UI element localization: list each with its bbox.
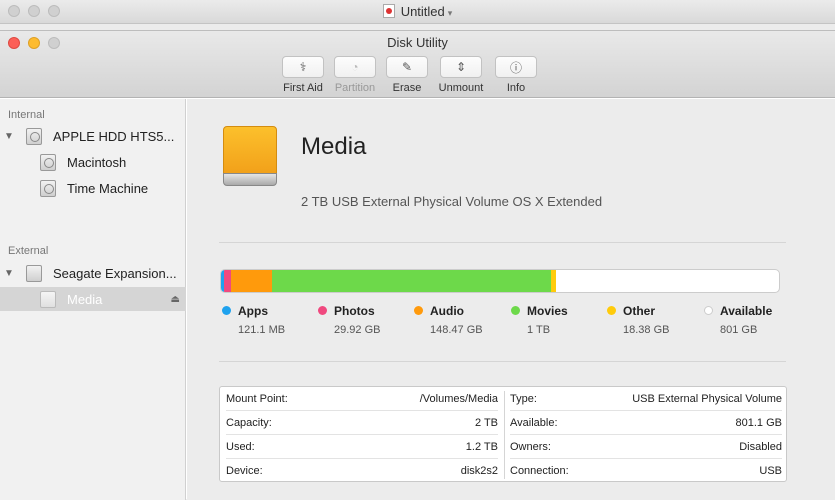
legend-dot-audio: [414, 306, 423, 315]
document-icon: [382, 4, 395, 18]
erase-icon: ✎: [401, 60, 413, 74]
external-disk-icon: [26, 264, 42, 282]
stethoscope-icon: ⚕: [299, 60, 307, 74]
volume-name: Media: [301, 133, 367, 160]
chevron-down-icon: ▾: [447, 8, 453, 18]
legend-dot-other: [607, 306, 616, 315]
sidebar-item-apple-hdd[interactable]: ▼ APPLE HDD HTS5...: [0, 124, 186, 148]
info-row: Available: 801.1 GB: [510, 411, 782, 435]
disclosure-triangle-icon[interactable]: ▼: [4, 131, 14, 142]
info-row: Device: disk2s2: [226, 465, 498, 477]
legend-dot-movies: [511, 306, 520, 315]
sidebar-header-internal: Internal: [8, 109, 45, 121]
partition-button[interactable]: ◔ Partition: [325, 56, 385, 94]
sidebar: Internal ▼ APPLE HDD HTS5... Macintosh T…: [0, 99, 186, 500]
volume-description: 2 TB USB External Physical Volume OS X E…: [301, 194, 603, 209]
internal-disk-icon: [26, 127, 42, 145]
volume-icon: [40, 179, 56, 197]
sidebar-item-time-machine[interactable]: Time Machine: [0, 176, 186, 200]
volume-icon: [40, 290, 56, 308]
disclosure-triangle-icon[interactable]: ▼: [4, 268, 14, 279]
erase-button[interactable]: ✎ Erase: [377, 56, 437, 94]
info-row: Used: 1.2 TB: [226, 435, 498, 459]
info-button[interactable]: ⓘ Info: [486, 56, 546, 94]
window-title: Disk Utility: [387, 35, 448, 50]
info-icon: ⓘ: [509, 60, 522, 75]
usage-segment-movies: [272, 270, 552, 292]
legend-dot-apps: [222, 306, 231, 315]
info-row: Mount Point:/Volumes/Media: [226, 387, 498, 411]
toolbar: Disk Utility ⚕ First Aid ◔ Partition ✎ E…: [0, 31, 835, 98]
sidebar-item-macintosh[interactable]: Macintosh: [0, 150, 186, 174]
divider: [219, 361, 786, 362]
external-volume-icon: [223, 126, 277, 186]
first-aid-button[interactable]: ⚕ First Aid: [273, 56, 333, 94]
info-row: Connection: USB: [510, 465, 782, 477]
usage-segment-photos: [224, 270, 232, 292]
usage-segment-audio: [231, 270, 273, 292]
legend-dot-available: [704, 306, 713, 315]
outer-window-titlebar: Untitled ▾: [0, 0, 835, 24]
sidebar-item-media[interactable]: Media ⏏: [0, 287, 186, 311]
eject-icon[interactable]: ⏏: [171, 294, 180, 305]
divider: [219, 242, 786, 243]
usage-segment-other: [551, 270, 557, 292]
volume-info-table: Mount Point:/Volumes/Media Capacity: 2 TB…: [219, 386, 787, 482]
info-row: Capacity: 2 TB: [226, 411, 498, 435]
usage-bar: [220, 269, 780, 293]
sidebar-header-external: External: [8, 245, 49, 257]
outer-window-title[interactable]: Untitled ▾: [0, 4, 835, 19]
sidebar-item-seagate-expansion[interactable]: ▼ Seagate Expansion...: [0, 261, 186, 285]
unmount-icon: ⇕: [455, 60, 467, 74]
unmount-button[interactable]: ⇕ Unmount: [431, 56, 491, 94]
info-row: Type: USB External Physical Volume: [510, 387, 782, 411]
partition-icon: ◔: [351, 60, 359, 74]
legend-dot-photos: [318, 306, 327, 315]
info-row: Owners: Disabled: [510, 435, 782, 459]
volume-detail-pane: Media 2 TB USB External Physical Volume …: [187, 99, 835, 500]
disk-utility-window: Disk Utility ⚕ First Aid ◔ Partition ✎ E…: [0, 30, 835, 500]
volume-icon: [40, 153, 56, 171]
